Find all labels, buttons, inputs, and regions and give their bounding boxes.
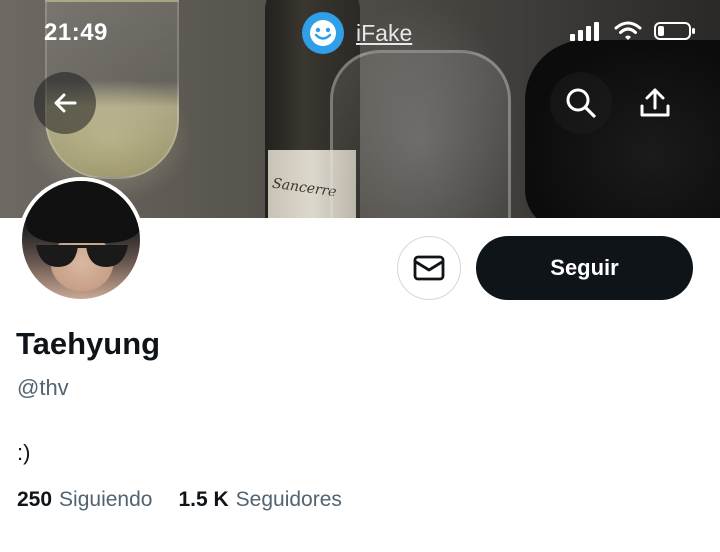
message-button[interactable] [397,236,461,300]
battery-icon [654,22,695,40]
avatar-hair [26,181,140,243]
ifake-badge[interactable]: iFake [302,12,412,54]
dark-bag [525,40,720,218]
profile-name: Taehyung [16,326,161,361]
stats-spacer [159,488,171,512]
wine-glass-right [330,50,511,218]
signal-icon [570,22,599,41]
share-button[interactable] [624,72,686,134]
followers-count[interactable]: 1.5 K [178,488,228,512]
back-button[interactable] [34,72,96,134]
follow-button[interactable]: Seguir [476,236,693,300]
followers-label[interactable]: Seguidores [236,488,342,512]
profile-avatar[interactable] [18,177,144,303]
status-time: 21:49 [44,19,108,46]
status-icons [570,20,696,42]
profile-handle: @thv [17,375,69,400]
search-button[interactable] [550,72,612,134]
ifake-label[interactable]: iFake [356,20,412,47]
profile-bio: :) [17,440,31,465]
profile-stats: 250 Siguiendo 1.5 K Seguidores [17,488,342,512]
sunglasses-icon [36,245,128,267]
wifi-icon [614,21,642,40]
following-label[interactable]: Siguiendo [59,488,152,512]
following-count[interactable]: 250 [17,488,52,512]
ifake-logo-icon [302,12,344,54]
share-icon [640,88,670,117]
bottle-label-text: Sancerre [271,175,338,201]
arrow-left-icon [54,93,77,113]
search-icon [566,88,596,118]
mail-icon [413,255,445,281]
